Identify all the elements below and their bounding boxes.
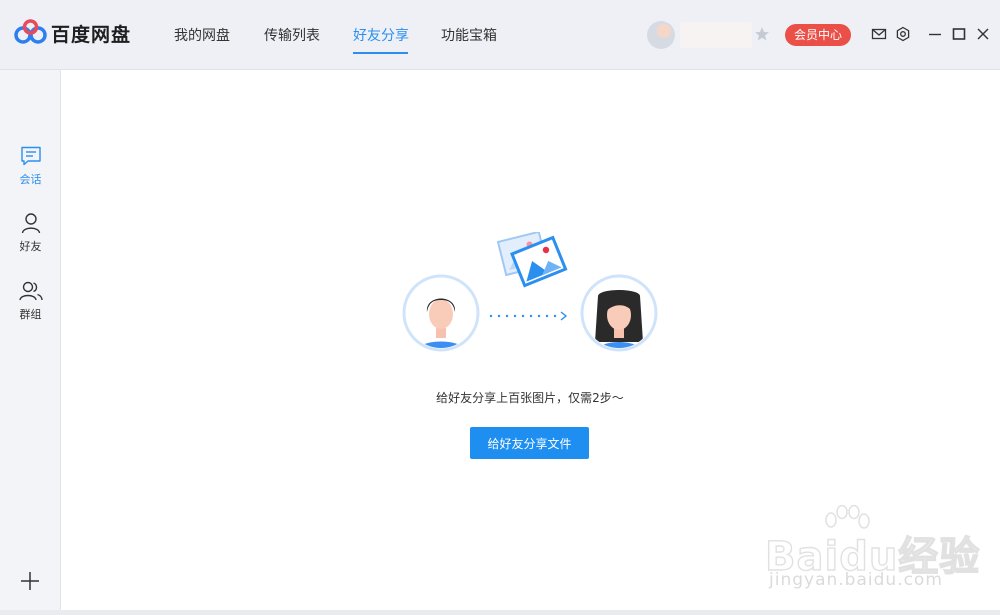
- male-avatar-icon: [402, 274, 480, 352]
- close-icon[interactable]: [975, 26, 991, 42]
- baidu-jingyan-watermark: Baidu经验 jingyan.baidu.com: [764, 510, 995, 600]
- sidebar-item-friends[interactable]: 好友: [0, 212, 61, 254]
- tab-friend-share[interactable]: 好友分享: [353, 25, 409, 45]
- chat-icon: [20, 146, 41, 166]
- baidu-netdisk-logo-icon: [14, 19, 47, 44]
- share-illustration: [402, 232, 658, 352]
- vip-center-button[interactable]: 会员中心: [785, 24, 851, 46]
- minimize-icon[interactable]: [927, 26, 943, 42]
- sidebar-item-chat[interactable]: 会话: [0, 145, 61, 187]
- sidebar-item-label: 会话: [19, 173, 42, 186]
- bottom-edge: [0, 610, 1000, 615]
- tab-transfer-list[interactable]: 传输列表: [264, 25, 320, 45]
- arrow-dots: [489, 311, 568, 321]
- group-icon: [18, 281, 43, 301]
- share-files-to-friend-button[interactable]: 给好友分享文件: [470, 427, 589, 459]
- maximize-icon[interactable]: [951, 26, 967, 42]
- female-avatar-icon: [580, 274, 658, 352]
- top-bar: 百度网盘 我的网盘 传输列表 好友分享 功能宝箱 会员中心: [0, 0, 1000, 70]
- user-icon: [21, 213, 40, 234]
- settings-gear-icon[interactable]: [895, 26, 911, 42]
- active-tab-indicator: [353, 52, 408, 54]
- sidebar-item-label: 好友: [19, 240, 42, 253]
- pictures-icon: [496, 232, 568, 288]
- app-name: 百度网盘: [51, 24, 132, 46]
- avatar[interactable]: [647, 21, 675, 49]
- username-redacted[interactable]: [680, 22, 752, 48]
- tab-my-disk[interactable]: 我的网盘: [174, 25, 230, 45]
- tab-toolbox[interactable]: 功能宝箱: [441, 25, 497, 45]
- vip-level-star-icon: [755, 27, 769, 41]
- sidebar-item-label: 群组: [19, 308, 42, 321]
- watermark-url-text: jingyan.baidu.com: [769, 570, 943, 590]
- sidebar: 会话 好友 群组: [0, 70, 61, 610]
- mail-icon[interactable]: [871, 26, 887, 42]
- sidebar-item-groups[interactable]: 群组: [0, 280, 61, 322]
- add-plus-icon[interactable]: [20, 571, 40, 591]
- empty-state-text: 给好友分享上百张图片，仅需2步～: [436, 391, 624, 405]
